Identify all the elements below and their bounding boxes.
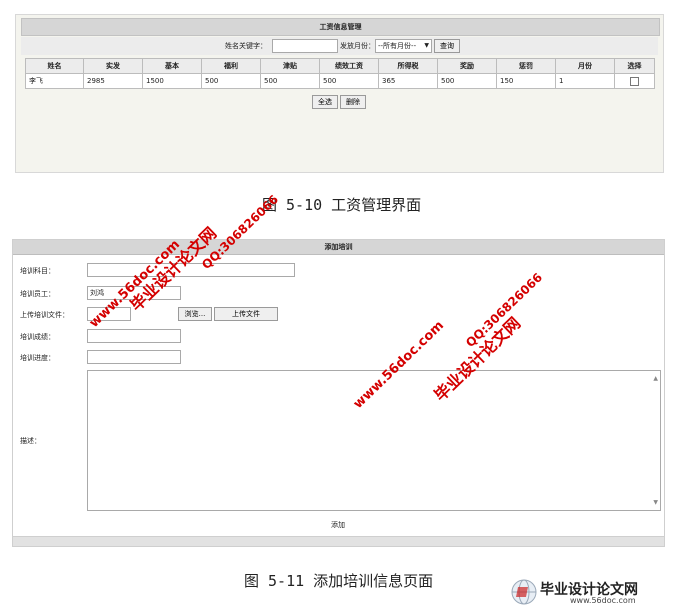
footer-logo: 毕业设计论文网 www.56doc.com bbox=[510, 578, 670, 606]
col-header-month: 月份 bbox=[555, 58, 615, 74]
cell-welfare: 500 bbox=[201, 73, 261, 89]
description-label: 描述： bbox=[20, 437, 41, 445]
col-header-performance: 绩效工资 bbox=[319, 58, 379, 74]
name-keyword-label: 姓名关键字： bbox=[225, 42, 267, 50]
salary-panel-title: 工资信息管理 bbox=[21, 18, 660, 36]
cell-tax: 365 bbox=[378, 73, 438, 89]
col-header-penalty: 惩罚 bbox=[496, 58, 556, 74]
cell-reward: 500 bbox=[437, 73, 497, 89]
col-header-welfare: 福利 bbox=[201, 58, 261, 74]
salary-search-row: 姓名关键字： 发放月份： --所有月份-- ▼ 查询 bbox=[21, 37, 658, 55]
add-training-panel: 添加培训 培训科目： 培训员工： 刘鸿 上传培训文件： 浏览... 上传文件 培… bbox=[12, 239, 665, 547]
cell-base: 1500 bbox=[142, 73, 202, 89]
salary-table: 姓名 实发 基本 福利 津贴 绩效工资 所得税 奖励 惩罚 月份 选择 李飞 2… bbox=[25, 58, 655, 89]
col-header-tax: 所得税 bbox=[378, 58, 438, 74]
score-input[interactable] bbox=[87, 329, 181, 343]
col-header-base: 基本 bbox=[142, 58, 202, 74]
row-select-checkbox[interactable] bbox=[630, 76, 639, 86]
globe-icon bbox=[511, 579, 537, 605]
subject-label: 培训科目： bbox=[20, 267, 55, 275]
name-keyword-input[interactable] bbox=[272, 39, 338, 53]
col-header-allowance: 津贴 bbox=[260, 58, 320, 74]
cell-month: 1 bbox=[555, 73, 615, 89]
footer-logo-url: www.56doc.com bbox=[570, 596, 636, 605]
progress-label: 培训进度： bbox=[20, 354, 55, 362]
col-header-net: 实发 bbox=[83, 58, 143, 74]
month-label: 发放月份： bbox=[340, 42, 375, 50]
col-header-name: 姓名 bbox=[25, 58, 84, 74]
upload-file-button[interactable]: 上传文件 bbox=[214, 307, 278, 321]
table-row: 李飞 2985 1500 500 500 500 365 500 150 1 bbox=[25, 73, 655, 89]
month-select[interactable]: --所有月份-- ▼ bbox=[375, 39, 432, 53]
scroll-down-icon[interactable]: ▼ bbox=[653, 499, 658, 506]
select-all-button[interactable]: 全选 bbox=[312, 95, 338, 109]
query-button[interactable]: 查询 bbox=[434, 39, 460, 53]
cell-performance: 500 bbox=[319, 73, 379, 89]
progress-input[interactable] bbox=[87, 350, 181, 364]
add-submit-link[interactable]: 添加 bbox=[331, 520, 345, 530]
browse-button[interactable]: 浏览... bbox=[178, 307, 212, 321]
upload-file-label: 上传培训文件： bbox=[20, 311, 69, 319]
scroll-up-icon[interactable]: ▲ bbox=[653, 375, 658, 382]
delete-button[interactable]: 删除 bbox=[340, 95, 366, 109]
training-panel-title: 添加培训 bbox=[13, 240, 664, 255]
cell-name: 李飞 bbox=[25, 73, 84, 89]
cell-penalty: 150 bbox=[496, 73, 556, 89]
employee-label: 培训员工： bbox=[20, 290, 55, 298]
panel-footer-bar bbox=[13, 536, 664, 546]
figure-caption-5-11: 图 5-11 添加培训信息页面 bbox=[244, 572, 434, 590]
figure-caption-5-10: 图 5-10 工资管理界面 bbox=[262, 196, 422, 214]
cell-net: 2985 bbox=[83, 73, 143, 89]
cell-select bbox=[614, 73, 655, 89]
score-label: 培训成绩： bbox=[20, 333, 55, 341]
col-header-select: 选择 bbox=[614, 58, 655, 74]
month-select-value: --所有月份-- bbox=[378, 42, 417, 50]
col-header-reward: 奖励 bbox=[437, 58, 497, 74]
salary-management-panel: 工资信息管理 姓名关键字： 发放月份： --所有月份-- ▼ 查询 姓名 实发 … bbox=[15, 14, 664, 173]
cell-allowance: 500 bbox=[260, 73, 320, 89]
salary-table-header: 姓名 实发 基本 福利 津贴 绩效工资 所得税 奖励 惩罚 月份 选择 bbox=[25, 58, 655, 74]
chevron-down-icon: ▼ bbox=[424, 42, 429, 49]
